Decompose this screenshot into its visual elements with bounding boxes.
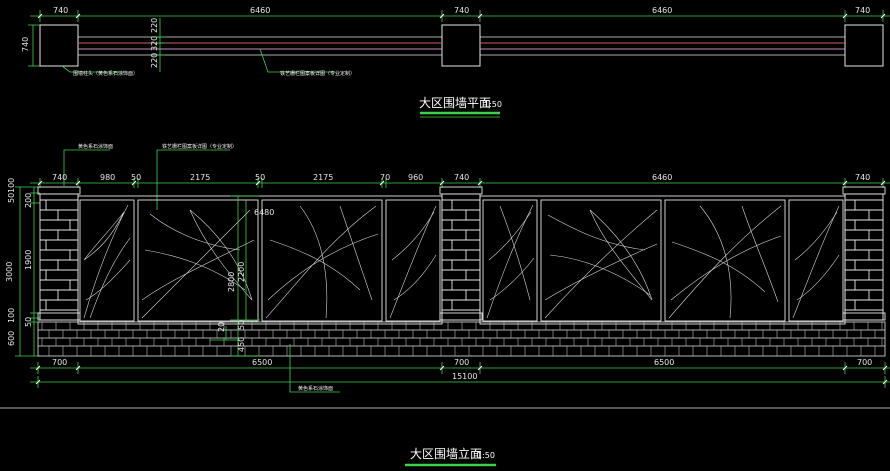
cad-drawing-canvas: 740 6460 740 6460 740 740 220 320 220 围墙… bbox=[0, 0, 890, 471]
elev-inner-dim-2: 2200 bbox=[237, 262, 246, 282]
plan-note-pier: 围墙柱头（黄色系石涂饰面） bbox=[73, 70, 138, 77]
elev-bottom-dim-2: 6500 bbox=[252, 358, 272, 367]
plan-note-panel: 铁艺栅栏图案板详图（专业定制） bbox=[280, 70, 355, 77]
elev-top-dim-2: 980 bbox=[100, 173, 115, 182]
elev-top-dim-4: 2175 bbox=[190, 173, 210, 182]
plan-scale: 1:50 bbox=[484, 100, 502, 109]
plan-title: 大区围墙平面 bbox=[419, 96, 491, 110]
elev-left-dim-4: 3000 bbox=[5, 262, 14, 282]
plan-rail-dim-3: 220 bbox=[150, 53, 159, 68]
elev-left-dim-1: 100 bbox=[7, 178, 16, 193]
elev-top-dim-10: 6460 bbox=[652, 173, 672, 182]
elev-left-dim-8: 600 bbox=[7, 331, 16, 346]
elevation-note-pier-top: 黄色系石涂饰面 bbox=[78, 143, 113, 150]
elevation-note-base: 黄色系石涂饰面 bbox=[298, 385, 333, 392]
elev-inner-dim-4: 20 bbox=[217, 322, 226, 332]
elev-top-dim-11: 740 bbox=[855, 173, 870, 182]
elev-bottom-dim-3: 700 bbox=[454, 358, 469, 367]
elev-left-dim-7: 50 bbox=[24, 317, 33, 327]
plan-dim-3: 740 bbox=[454, 6, 469, 15]
plan-rail-dim-2: 320 bbox=[150, 36, 159, 51]
elev-inner-dim-6: 450 bbox=[237, 337, 246, 352]
elev-top-dim-7: 70 bbox=[380, 173, 390, 182]
elev-left-dim-3: 200 bbox=[24, 193, 33, 208]
elev-top-dim-8: 960 bbox=[408, 173, 423, 182]
elev-bottom-dim-4: 6500 bbox=[654, 358, 674, 367]
elevation-scale: 1:50 bbox=[477, 451, 495, 460]
elev-left-dim-6: 100 bbox=[7, 308, 16, 323]
plan-dim-5: 740 bbox=[855, 6, 870, 15]
plan-dim-4: 6460 bbox=[652, 6, 672, 15]
elev-top-dim-5: 50 bbox=[255, 173, 265, 182]
elev-inner-dim-3: 2800 bbox=[227, 272, 236, 292]
elevation-title: 大区围墙立面 bbox=[410, 446, 482, 461]
elev-bottom-dim-1: 700 bbox=[52, 358, 67, 367]
elev-total-dim: 15100 bbox=[452, 372, 477, 381]
elev-top-dim-6: 2175 bbox=[313, 173, 333, 182]
plan-dim-1: 740 bbox=[53, 6, 68, 15]
elev-left-dim-2: 50 bbox=[7, 193, 16, 203]
elevation-note-panel: 铁艺栅栏图案板详图（专业定制） bbox=[162, 143, 237, 150]
elev-top-dim-3: 50 bbox=[131, 173, 141, 182]
plan-left-dim: 740 bbox=[21, 37, 30, 52]
elev-top-dim-9: 740 bbox=[454, 173, 469, 182]
plan-rail-dim-1: 220 bbox=[150, 18, 159, 33]
elev-inner-dim-5: 50 bbox=[237, 320, 246, 330]
elev-inner-dim-1: 6480 bbox=[254, 208, 274, 217]
plan-dim-2: 6460 bbox=[250, 6, 270, 15]
elev-bottom-dim-5: 700 bbox=[857, 358, 872, 367]
elev-top-dim-1: 740 bbox=[52, 173, 67, 182]
elev-left-dim-5: 1900 bbox=[24, 250, 33, 270]
